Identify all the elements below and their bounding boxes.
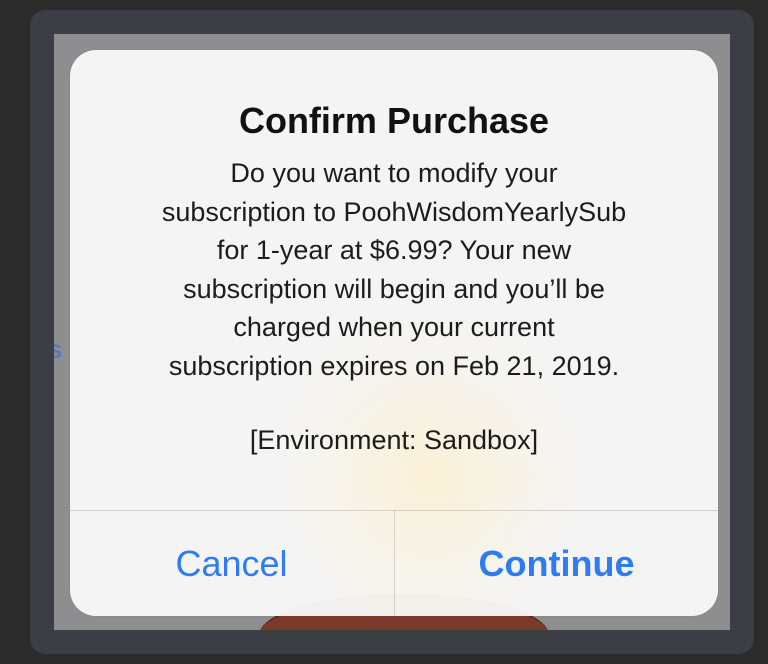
environment-label: [Environment: Sandbox] <box>249 425 539 455</box>
message-line: for 1-year at $6.99? Your new <box>216 235 572 265</box>
message-line: Do you want to modify your <box>230 158 558 188</box>
background-partial-text: s <box>54 334 63 364</box>
dialog-message: Do you want to modify your subscription … <box>94 154 694 385</box>
cancel-button[interactable]: Cancel <box>70 511 393 616</box>
message-line: subscription to PoohWisdomYearlySub <box>161 196 627 227</box>
message-line: subscription expires on Feb 21, 2019. <box>168 350 620 381</box>
message-line: charged when your current <box>233 312 555 342</box>
continue-button[interactable]: Continue <box>395 511 718 616</box>
dialog-title: Confirm Purchase <box>238 100 550 141</box>
message-line: subscription will begin and you’ll be <box>183 273 605 304</box>
confirm-purchase-dialog: Confirm Purchase Do you want to modify y… <box>70 50 718 616</box>
